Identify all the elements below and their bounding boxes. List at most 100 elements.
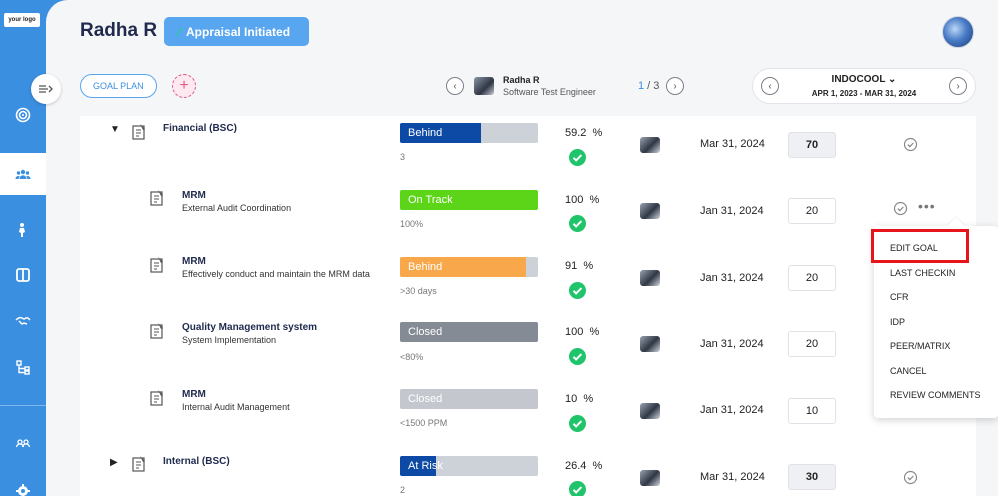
goal-title[interactable]: Internal (BSC) xyxy=(163,456,230,467)
percent-value: 59.2 % xyxy=(565,127,603,139)
goal-doc-icon xyxy=(150,190,163,206)
progress-status: At Risk xyxy=(408,460,443,472)
progress-bar: Closed xyxy=(400,389,538,409)
due-date: Mar 31, 2024 xyxy=(700,138,765,150)
goal-title[interactable]: Quality Management system xyxy=(182,322,317,333)
goal-title[interactable]: MRM xyxy=(182,256,206,267)
check-icon xyxy=(569,415,586,432)
progress-note: >30 days xyxy=(400,286,437,296)
sidebar-item-community[interactable] xyxy=(0,428,46,458)
org-name: INDOCOOL ⌄ xyxy=(831,74,897,85)
menu-item-peer-matrix[interactable]: PEER/MATRIX xyxy=(890,341,950,351)
page-title: Radha R xyxy=(80,20,158,41)
progress-bar: Closed xyxy=(400,322,538,342)
due-date: Jan 31, 2024 xyxy=(700,272,764,284)
checkin-icon[interactable] xyxy=(893,201,908,216)
avatar[interactable] xyxy=(942,16,974,48)
company-logo: your logo xyxy=(4,13,40,27)
sidebar-item-team[interactable] xyxy=(0,159,46,189)
weight-field[interactable]: 70 xyxy=(788,132,836,158)
check-icon xyxy=(569,282,586,299)
expand-sidebar-button[interactable] xyxy=(31,74,61,104)
table-row: MRM Effectively conduct and maintain the… xyxy=(80,249,976,315)
menu-item-review-comments[interactable]: REVIEW COMMENTS xyxy=(890,390,981,400)
org-chart-icon xyxy=(16,360,30,375)
percent-value: 91 % xyxy=(565,260,594,272)
progress-status: Behind xyxy=(408,261,443,273)
weight-field[interactable]: 10 xyxy=(788,398,836,424)
check-icon xyxy=(569,348,586,365)
progress-status: On Track xyxy=(408,194,453,206)
employee-name: Radha R xyxy=(503,75,540,85)
goals-table: ▼ Financial (BSC) Behind 3 59.2 % Mar 31… xyxy=(80,116,976,496)
checkin-icon[interactable] xyxy=(903,470,918,485)
goal-subtitle: Internal Audit Management xyxy=(182,402,290,412)
percent-value: 100 % xyxy=(565,326,600,338)
progress-bar: On Track xyxy=(400,190,538,210)
sidebar-item-hierarchy[interactable] xyxy=(0,352,46,382)
goal-subtitle: System Implementation xyxy=(182,335,277,345)
appraisal-status-button[interactable]: ⁄ Appraisal Initiated xyxy=(164,17,309,46)
gear-icon xyxy=(16,484,30,496)
table-row: MRM External Audit Coordination On Track… xyxy=(80,182,976,248)
chevron-down-icon: ⌄ xyxy=(888,74,897,85)
table-row: MRM Internal Audit Management Closed <15… xyxy=(80,382,976,448)
due-date: Jan 31, 2024 xyxy=(700,404,764,416)
due-date: Jan 31, 2024 xyxy=(700,338,764,350)
progress-note: 3 xyxy=(400,152,406,162)
expand-arrow-icon xyxy=(39,85,53,93)
percent-value: 26.4 % xyxy=(565,460,603,472)
next-period-button[interactable]: › xyxy=(949,77,967,95)
edit-goal-highlight-box xyxy=(871,229,969,263)
chevron-right-icon: › xyxy=(673,80,677,92)
goal-doc-icon xyxy=(150,390,163,406)
weight-field[interactable]: 20 xyxy=(788,265,836,291)
main-panel: Radha R ⁄ Appraisal Initiated GOAL PLAN … xyxy=(46,0,998,496)
menu-item-last-checkin[interactable]: LAST CHECKIN xyxy=(890,268,955,278)
table-row: ▼ Financial (BSC) Behind 3 59.2 % Mar 31… xyxy=(80,116,976,182)
weight-field[interactable]: 20 xyxy=(788,331,836,357)
owner-avatar xyxy=(640,270,660,286)
goal-title[interactable]: Financial (BSC) xyxy=(163,123,237,134)
more-options-icon[interactable]: ••• xyxy=(918,198,936,214)
owner-avatar xyxy=(640,137,660,153)
table-row: ▶ Internal (BSC) At Risk 2 26.4 % Mar 31… xyxy=(80,449,976,496)
goal-doc-icon xyxy=(132,456,145,472)
sidebar-item-person[interactable] xyxy=(0,215,46,245)
sidebar-item-settings[interactable] xyxy=(0,476,46,496)
menu-item-cfr[interactable]: CFR xyxy=(890,292,909,302)
goal-doc-icon xyxy=(132,124,145,140)
employee-avatar xyxy=(474,77,494,95)
check-icon xyxy=(569,149,586,166)
goal-title[interactable]: MRM xyxy=(182,190,206,201)
prev-employee-button[interactable]: ‹ xyxy=(446,77,464,95)
progress-note: <80% xyxy=(400,352,424,362)
appraisal-period-selector[interactable]: ‹ INDOCOOL ⌄ APR 1, 2023 - MAR 31, 2024 … xyxy=(752,68,976,104)
period-range: APR 1, 2023 - MAR 31, 2024 xyxy=(811,89,917,98)
community-icon xyxy=(15,439,31,448)
progress-status: Closed xyxy=(408,393,443,405)
weight-field[interactable]: 30 xyxy=(788,464,836,490)
next-employee-button[interactable]: › xyxy=(666,77,684,95)
checkin-icon[interactable] xyxy=(903,137,918,152)
employee-pager: 1 / 3 xyxy=(638,80,660,92)
handshake-icon xyxy=(15,316,31,325)
goal-subtitle: External Audit Coordination xyxy=(182,203,292,213)
goal-title[interactable]: MRM xyxy=(182,389,206,400)
due-date: Mar 31, 2024 xyxy=(700,471,765,483)
status-dot-icon: ⁄ xyxy=(178,24,181,39)
sidebar-item-goals[interactable] xyxy=(0,100,46,130)
goal-plan-button[interactable]: GOAL PLAN xyxy=(80,74,157,98)
due-date: Jan 31, 2024 xyxy=(700,205,764,217)
menu-item-idp[interactable]: IDP xyxy=(890,317,905,327)
progress-note: 100% xyxy=(400,219,424,229)
sidebar-item-learning[interactable] xyxy=(0,260,46,290)
collapse-icon[interactable]: ▼ xyxy=(110,124,120,135)
menu-item-cancel[interactable]: CANCEL xyxy=(890,366,927,376)
target-icon xyxy=(15,107,31,123)
add-goal-button[interactable]: + xyxy=(172,74,196,98)
sidebar-item-feedback[interactable] xyxy=(0,305,46,335)
owner-avatar xyxy=(640,203,660,219)
weight-field[interactable]: 20 xyxy=(788,198,836,224)
expand-icon[interactable]: ▶ xyxy=(110,457,118,468)
